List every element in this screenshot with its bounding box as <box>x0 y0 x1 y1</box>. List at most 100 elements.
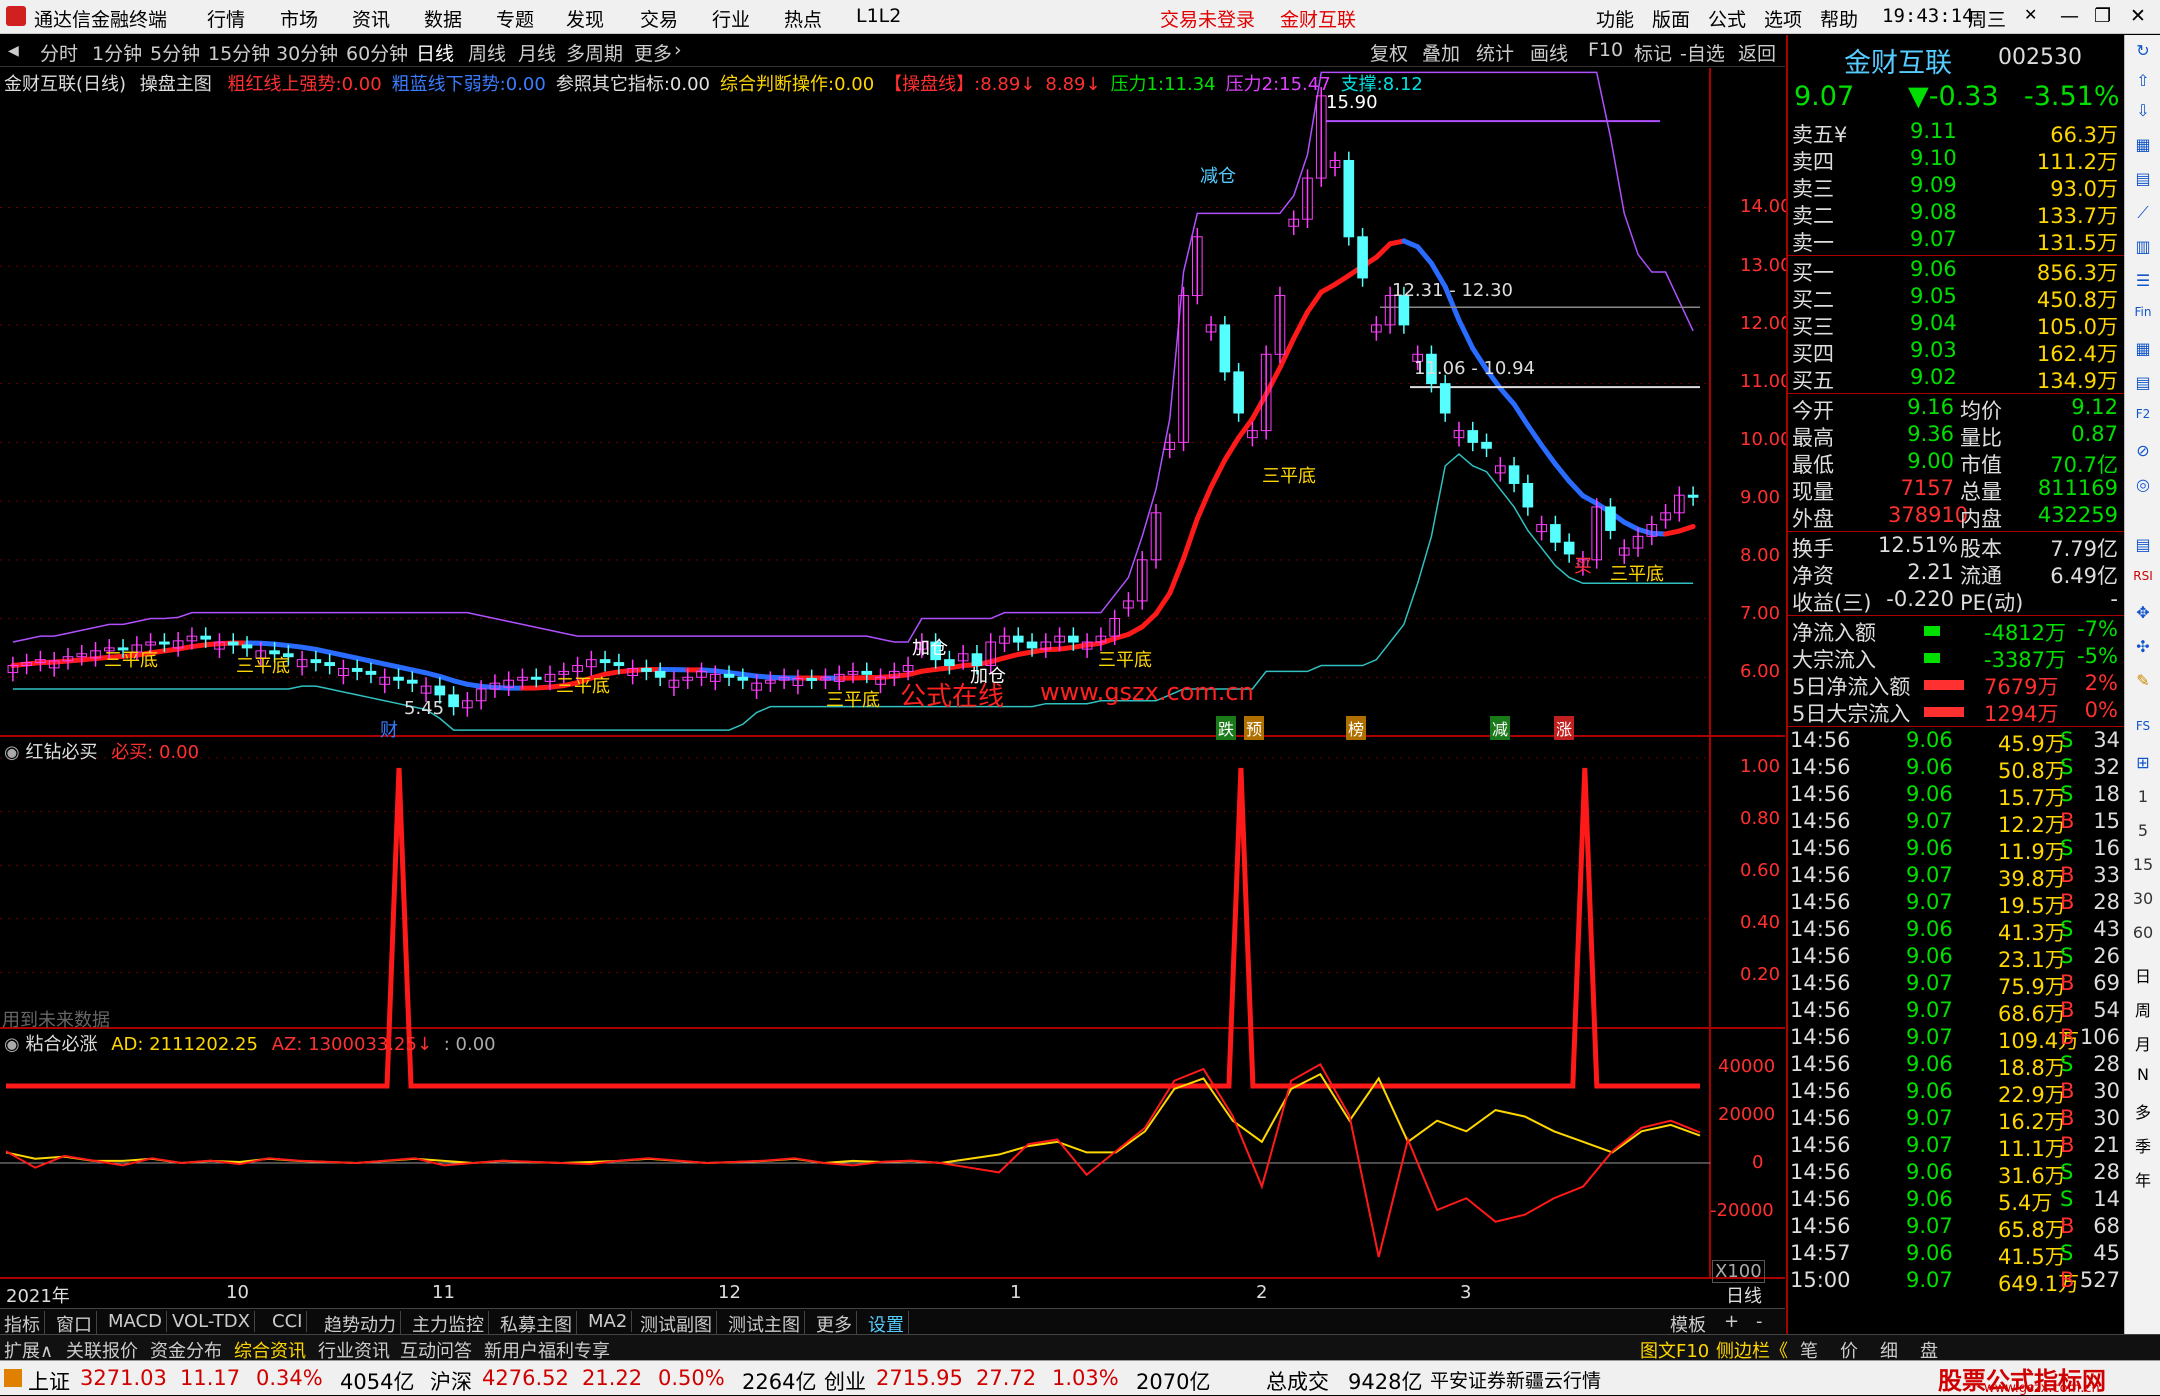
menu-item[interactable]: 功能 <box>1596 5 1634 32</box>
period-tab[interactable]: 15分钟 <box>208 39 270 66</box>
sidebar-period[interactable]: 日 <box>2125 963 2160 987</box>
remove-button[interactable]: - <box>1756 1311 1763 1332</box>
index-name[interactable]: 上证 <box>28 1366 70 1396</box>
fs-icon[interactable]: FS <box>2125 719 2160 733</box>
toolbar-action[interactable]: -自选 <box>1680 39 1725 66</box>
event-marker[interactable]: 涨 <box>1554 716 1574 740</box>
event-marker[interactable]: 榜 <box>1346 716 1366 740</box>
grid-icon[interactable]: ▦ <box>2125 135 2160 154</box>
move-icon[interactable]: ✣ <box>2125 637 2160 656</box>
menu-item[interactable]: 帮助 <box>1820 5 1858 32</box>
fin-icon[interactable]: Fin <box>2125 305 2160 319</box>
arrow-down-icon[interactable]: ⇩ <box>2125 101 2160 120</box>
collapse-icon[interactable]: ◉ <box>4 1034 20 1055</box>
maximize-icon[interactable]: ❐ <box>2094 5 2111 27</box>
menu-item[interactable]: 热点 <box>784 5 822 32</box>
kline-chart-svg[interactable] <box>0 68 1785 1308</box>
panel-toggle-icon[interactable]: ◀ <box>8 43 19 59</box>
crosshair-icon[interactable]: ✥ <box>2125 603 2160 622</box>
menu-item[interactable]: 专题 <box>496 5 534 32</box>
period-60[interactable]: 60 <box>2125 923 2160 942</box>
toolbar-action[interactable]: 画线 <box>1530 39 1568 66</box>
target-icon[interactable]: ◎ <box>2125 475 2160 494</box>
toolbar-action[interactable]: 叠加 <box>1422 39 1460 66</box>
toolbar-action[interactable]: 复权 <box>1370 39 1408 66</box>
pattern-label-sanpingdi: 三平底 <box>1610 560 1664 586</box>
period-tab[interactable]: 月线 <box>518 39 556 66</box>
candle-body <box>366 671 376 674</box>
sidebar-period[interactable]: 年 <box>2125 1167 2160 1191</box>
minimize-icon[interactable]: — <box>2060 5 2079 27</box>
period-tab[interactable]: 更多 <box>634 39 672 66</box>
collapse-icon[interactable]: ◉ <box>4 742 20 763</box>
trade-login-status[interactable]: 交易未登录 <box>1160 5 1255 32</box>
price-axis-label: 9.00 <box>1740 487 1780 508</box>
pencil-icon[interactable]: ✎ <box>2125 671 2160 690</box>
indicator-name[interactable]: 操盘主图 <box>140 74 212 95</box>
index-name[interactable]: 创业 <box>824 1366 866 1396</box>
chart-area[interactable]: 金财互联(日线) 操盘主图 粗红线上强势:0.00粗蓝线下弱势:0.00参照其它… <box>0 68 1785 1308</box>
toolbar-action[interactable]: 返回 <box>1738 39 1776 66</box>
panel3-title[interactable]: 粘合必涨 <box>25 1034 97 1055</box>
chart-icon[interactable]: ▤ <box>2125 169 2160 188</box>
mai-label: 买 <box>1574 552 1592 578</box>
indicator-tab[interactable]: MA2 <box>588 1311 632 1332</box>
menu-item[interactable]: L1L2 <box>856 5 901 27</box>
period-tab[interactable]: 30分钟 <box>276 39 338 66</box>
toolbar-action[interactable]: 统计 <box>1476 39 1514 66</box>
zoom-icon[interactable]: ⊘ <box>2125 441 2160 460</box>
event-marker[interactable]: 跌 <box>1216 716 1236 740</box>
menu-item[interactable]: 发现 <box>566 5 604 32</box>
event-marker[interactable]: 减 <box>1490 716 1510 740</box>
menu-item[interactable]: 数据 <box>424 5 462 32</box>
indicator-tab[interactable]: MACD <box>108 1311 167 1332</box>
panel2-title[interactable]: 红钻必买 <box>25 742 97 763</box>
period-tab[interactable]: 1分钟 <box>92 39 142 66</box>
sidebar-period[interactable]: N <box>2125 1065 2160 1084</box>
period-tab-active[interactable]: 日线 <box>416 39 454 66</box>
menu-item[interactable]: 资讯 <box>352 5 390 32</box>
toolbar-action[interactable]: F10 <box>1588 39 1623 61</box>
event-marker[interactable]: 预 <box>1244 716 1264 740</box>
sidebar-period[interactable]: 多 <box>2125 1099 2160 1123</box>
period-30[interactable]: 30 <box>2125 889 2160 908</box>
period-tab[interactable]: 多周期 <box>566 39 623 66</box>
period-tab[interactable]: 周线 <box>468 39 506 66</box>
add-button[interactable]: + <box>1724 1311 1739 1332</box>
menu-item[interactable]: 公式 <box>1708 5 1746 32</box>
doc-icon[interactable]: ▤ <box>2125 373 2160 392</box>
menu-item[interactable]: 市场 <box>280 5 318 32</box>
period-15[interactable]: 15 <box>2125 855 2160 874</box>
candle-icon[interactable]: ▥ <box>2125 237 2160 256</box>
f2-icon[interactable]: F2 <box>2125 407 2160 421</box>
bars-icon[interactable]: ▤ <box>2125 535 2160 554</box>
chevron-right-icon[interactable]: › <box>674 39 682 61</box>
indicator-tab[interactable]: CCI <box>272 1311 307 1332</box>
menu-item[interactable]: 版面 <box>1652 5 1690 32</box>
list-icon[interactable]: ☰ <box>2125 271 2160 290</box>
period-tab[interactable]: 5分钟 <box>150 39 200 66</box>
price-axis-label: 7.00 <box>1740 603 1780 624</box>
toolbar-action[interactable]: 标记 <box>1634 39 1672 66</box>
sidebar-period[interactable]: 周 <box>2125 997 2160 1021</box>
close-window-icon[interactable]: ✕ <box>2130 5 2146 27</box>
trend-icon[interactable]: ⟋ <box>2125 203 2160 223</box>
index-name[interactable]: 沪深 <box>430 1366 472 1396</box>
period-tab[interactable]: 60分钟 <box>346 39 408 66</box>
eq-icon[interactable]: ⊞ <box>2125 753 2160 772</box>
table-icon[interactable]: ▦ <box>2125 339 2160 358</box>
period-tab[interactable]: 分时 <box>40 39 78 66</box>
sidebar-period[interactable]: 月 <box>2125 1031 2160 1055</box>
indicator-tab[interactable]: VOL-TDX <box>172 1311 255 1332</box>
arrow-up-icon[interactable]: ⇧ <box>2125 71 2160 90</box>
menu-item[interactable]: 交易 <box>640 5 678 32</box>
close-icon[interactable]: ✕ <box>2024 5 2037 24</box>
refresh-icon[interactable]: ↻ <box>2125 41 2160 60</box>
period-1[interactable]: 1 <box>2125 787 2160 806</box>
rsi-icon[interactable]: RSI <box>2125 569 2160 583</box>
menu-item[interactable]: 选项 <box>1764 5 1802 32</box>
menu-item[interactable]: 行业 <box>712 5 750 32</box>
menu-item[interactable]: 行情 <box>207 5 245 32</box>
period-5[interactable]: 5 <box>2125 821 2160 840</box>
sidebar-period[interactable]: 季 <box>2125 1133 2160 1157</box>
